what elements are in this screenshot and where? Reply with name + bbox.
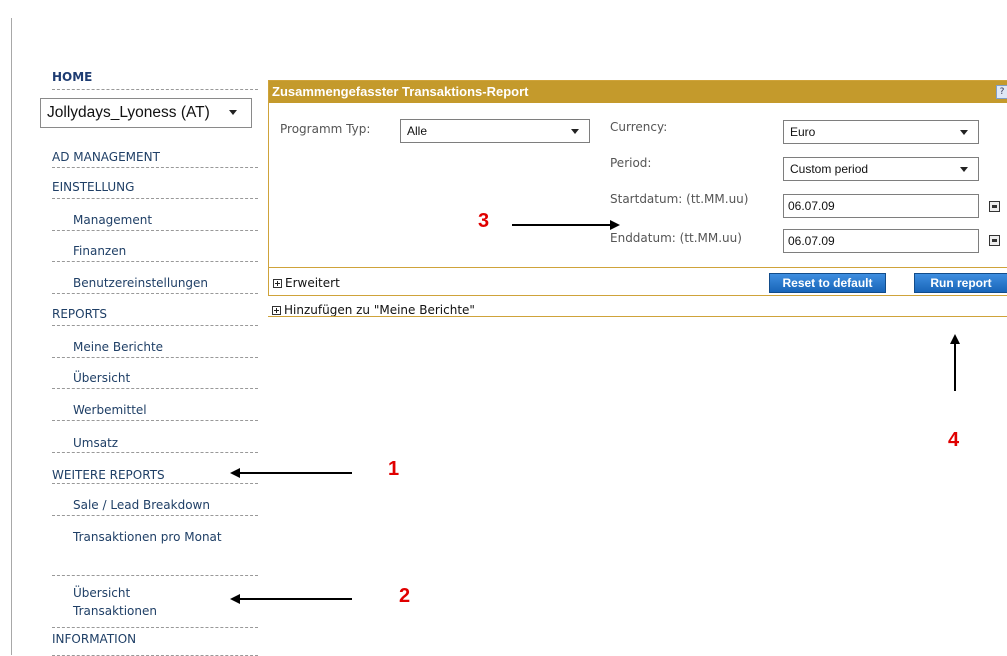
annotation-arrows [230,220,960,604]
annotation-number-2: 2 [399,585,411,607]
annotation-number-3: 3 [478,210,490,232]
annotation-number-4: 4 [948,429,960,451]
annotation-number-1: 1 [388,458,400,480]
